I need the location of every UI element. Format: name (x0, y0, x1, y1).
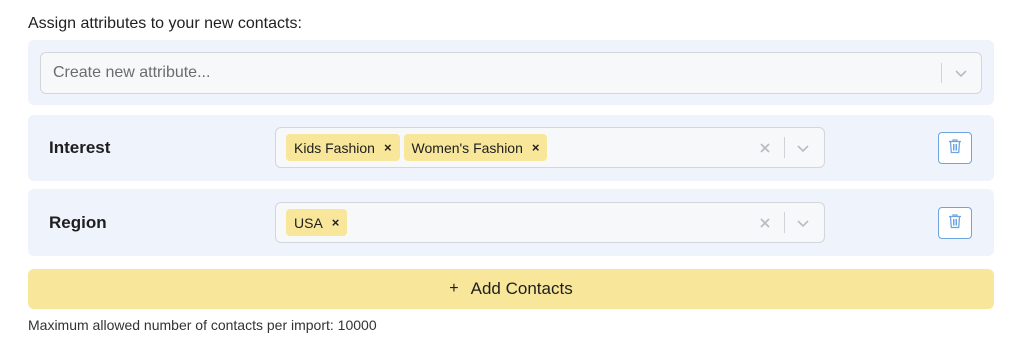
attribute-values-select[interactable]: Kids Fashion × Women's Fashion × (275, 127, 825, 168)
tag-list: USA × (286, 209, 348, 236)
create-attribute-placeholder: Create new attribute... (53, 64, 211, 81)
tag-label: Women's Fashion (411, 139, 523, 156)
tag-label: Kids Fashion (294, 139, 375, 156)
add-contacts-button[interactable]: + Add Contacts (28, 269, 994, 309)
attribute-label: Region (49, 213, 107, 232)
tag-chip: Kids Fashion × (286, 134, 400, 161)
assign-attributes-form: Assign attributes to your new contacts: … (0, 0, 1024, 359)
trash-icon (948, 213, 962, 234)
attribute-row-interest: Interest Kids Fashion × Women's Fashion … (28, 115, 994, 181)
create-attribute-panel: Create new attribute... (28, 40, 994, 105)
import-limit-note: Maximum allowed number of contacts per i… (28, 317, 377, 333)
delete-attribute-button[interactable] (938, 207, 972, 239)
create-attribute-select[interactable]: Create new attribute... (40, 52, 982, 94)
tag-chip: USA × (286, 209, 348, 236)
select-separator (784, 212, 785, 233)
attribute-label: Interest (49, 138, 111, 157)
clear-x-icon[interactable] (758, 216, 772, 230)
select-separator (784, 137, 785, 158)
section-heading: Assign attributes to your new contacts: (28, 15, 302, 32)
chevron-down-icon[interactable] (795, 215, 811, 231)
tag-list: Kids Fashion × Women's Fashion × (286, 134, 548, 161)
tag-label: USA (294, 214, 323, 231)
chevron-down-icon[interactable] (953, 65, 969, 81)
add-contacts-label: Add Contacts (470, 279, 573, 298)
delete-attribute-button[interactable] (938, 132, 972, 164)
remove-tag-icon[interactable]: × (384, 141, 392, 154)
chevron-down-icon[interactable] (795, 140, 811, 156)
tag-chip: Women's Fashion × (403, 134, 548, 161)
clear-x-icon[interactable] (758, 141, 772, 155)
remove-tag-icon[interactable]: × (332, 216, 340, 229)
plus-icon: + (449, 280, 459, 297)
remove-tag-icon[interactable]: × (532, 141, 540, 154)
trash-icon (948, 138, 962, 159)
select-separator (941, 63, 942, 83)
attribute-values-select[interactable]: USA × (275, 202, 825, 243)
attribute-row-region: Region USA × (28, 189, 994, 256)
